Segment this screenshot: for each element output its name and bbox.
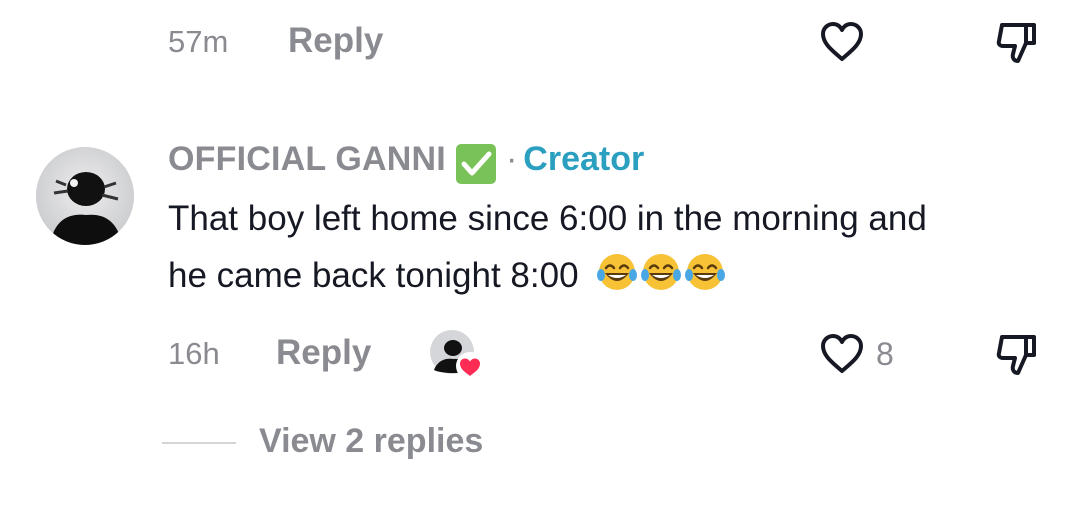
comment-text-line-2-container: he came back tonight 8:00 [168, 247, 1068, 304]
comment-header: OFFICIAL GANNI · Creator [168, 140, 644, 186]
face-with-tears-of-joy-icon [597, 254, 638, 290]
heart-outline-icon [821, 334, 863, 373]
avatar-image [36, 147, 134, 245]
previous-comment-like-button[interactable] [816, 18, 868, 66]
view-replies-row[interactable]: View 2 replies [162, 420, 662, 470]
previous-comment-reply-button[interactable]: Reply [288, 21, 383, 61]
comment-actions: 16h Reply 8 [0, 320, 1080, 390]
comment-like-button[interactable] [816, 330, 868, 378]
previous-comment-timestamp: 57m [168, 24, 229, 59]
view-replies-divider [162, 442, 236, 444]
separator-dot: · [505, 140, 518, 178]
face-with-tears-of-joy-icon [641, 254, 682, 290]
emoji-group [594, 254, 726, 295]
creator-liked-indicator [428, 328, 486, 384]
view-replies-button[interactable]: View 2 replies [259, 422, 483, 461]
comment-text-line-2: he came back tonight 8:00 [168, 256, 579, 295]
heart-outline-icon [821, 22, 863, 61]
avatar-with-red-heart-icon [430, 330, 484, 380]
previous-comment-dislike-button[interactable] [990, 18, 1042, 66]
thumbs-down-icon [996, 335, 1036, 375]
thumbs-down-icon [996, 23, 1036, 63]
verified-check-icon [455, 143, 496, 184]
like-count: 8 [876, 336, 894, 372]
comment-timestamp: 16h [168, 336, 220, 371]
comment-dislike-button[interactable] [990, 330, 1042, 378]
face-with-tears-of-joy-icon [685, 254, 726, 290]
comment-text: That boy left home since 6:00 in the mor… [168, 190, 1068, 304]
creator-badge: Creator [523, 140, 645, 178]
comment-reply-button[interactable]: Reply [276, 333, 371, 373]
username[interactable]: OFFICIAL GANNI [168, 140, 446, 178]
comment-text-line-1: That boy left home since 6:00 in the mor… [168, 199, 927, 238]
avatar[interactable] [36, 147, 134, 245]
previous-comment-actions: 57m Reply [0, 0, 1080, 90]
